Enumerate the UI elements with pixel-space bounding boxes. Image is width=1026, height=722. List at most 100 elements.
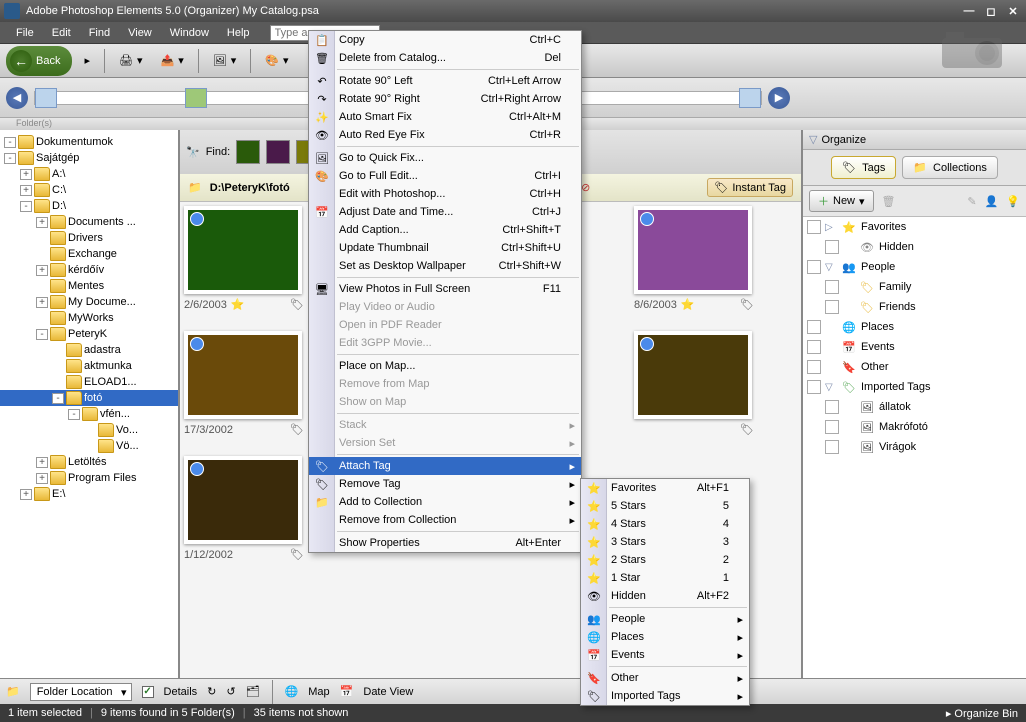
photo-thumbnail[interactable]: 17/3/2002🏷 [184, 331, 304, 436]
menu-item[interactable]: ⭐1 Star1 [581, 569, 749, 587]
tag-checkbox[interactable] [825, 240, 839, 254]
menu-item[interactable]: 📋CopyCtrl+C [309, 31, 581, 49]
find-criteria-thumb[interactable] [236, 140, 260, 164]
menu-item[interactable]: ⭐4 Stars4 [581, 515, 749, 533]
view-mode-dropdown[interactable]: Folder Location [30, 683, 132, 701]
tree-expander[interactable]: + [36, 297, 48, 308]
close-button[interactable]: ✕ [1004, 5, 1022, 18]
tree-expander[interactable]: - [4, 153, 16, 164]
new-tag-button[interactable]: ＋ New ▾ [809, 190, 874, 212]
tag-row[interactable]: 🖼Virágok [803, 437, 1026, 457]
tree-node[interactable]: MyWorks [0, 310, 178, 326]
tag-expander[interactable]: ▽ [825, 262, 837, 273]
menu-item[interactable]: ↶Rotate 90° LeftCtrl+Left Arrow [309, 72, 581, 90]
menu-item[interactable]: ⭐FavoritesAlt+F1 [581, 479, 749, 497]
tree-node[interactable]: +Program Files [0, 470, 178, 486]
tag-row[interactable]: 🏷Friends [803, 297, 1026, 317]
tree-node[interactable]: -Sajátgép [0, 150, 178, 166]
tree-node[interactable]: Mentes [0, 278, 178, 294]
menu-item[interactable]: ⭐5 Stars5 [581, 497, 749, 515]
tag-checkbox[interactable] [807, 260, 821, 274]
tag-row[interactable]: ▽👥People [803, 257, 1026, 277]
share-button[interactable]: 📤▾ [155, 50, 190, 71]
tree-node[interactable]: +Documents ... [0, 214, 178, 230]
rotate-icon[interactable]: ↺ [226, 685, 235, 698]
edit-icon[interactable]: ✎ [967, 195, 976, 208]
tree-node[interactable]: +E:\ [0, 486, 178, 502]
tree-node[interactable]: +kérdőív [0, 262, 178, 278]
menu-item[interactable]: 👁Auto Red Eye FixCtrl+R [309, 126, 581, 144]
menu-item[interactable]: 📅Adjust Date and Time...Ctrl+J [309, 203, 581, 221]
menu-item[interactable]: ↷Rotate 90° RightCtrl+Right Arrow [309, 90, 581, 108]
organize-header[interactable]: ▽ Organize [803, 130, 1026, 150]
tree-expander[interactable]: - [52, 393, 64, 404]
menu-item[interactable]: ✨Auto Smart FixCtrl+Alt+M [309, 108, 581, 126]
tag-checkbox[interactable] [807, 360, 821, 374]
tag-row[interactable]: 🔖Other [803, 357, 1026, 377]
menu-item[interactable]: 🏷Remove Tag▸ [309, 475, 581, 493]
menu-item[interactable]: 👁HiddenAlt+F2 [581, 587, 749, 605]
photo-thumbnail[interactable]: 1/12/2002🏷 [184, 456, 304, 561]
tree-expander[interactable]: + [20, 185, 32, 196]
menu-item[interactable]: ⭐2 Stars2 [581, 551, 749, 569]
tag-checkbox[interactable] [807, 380, 821, 394]
tree-expander[interactable]: - [36, 329, 48, 340]
refresh-icon[interactable]: ↻ [207, 685, 216, 698]
tag-tree[interactable]: ▷⭐Favorites👁Hidden▽👥People🏷Family🏷Friend… [803, 217, 1026, 714]
edit-button[interactable]: 🎨▾ [259, 50, 294, 71]
tree-expander[interactable]: + [20, 169, 32, 180]
find-faces-icon[interactable]: 👤 [985, 195, 999, 208]
menu-item[interactable]: 🗑Delete from Catalog...Del [309, 49, 581, 67]
tags-tab[interactable]: 🏷 Tags [831, 156, 896, 179]
tag-row[interactable]: ▽🏷Imported Tags [803, 377, 1026, 397]
menu-item[interactable]: 🖥View Photos in Full ScreenF11 [309, 280, 581, 298]
tree-expander[interactable]: + [36, 473, 48, 484]
timeline-marker-active[interactable] [185, 88, 207, 108]
tree-node[interactable]: Drivers [0, 230, 178, 246]
minimize-button[interactable]: — [960, 5, 978, 18]
organize-bin-toggle[interactable]: ▸ Organize Bin [946, 707, 1018, 720]
tree-node[interactable]: +Letöltés [0, 454, 178, 470]
tree-node[interactable]: Vö... [0, 438, 178, 454]
tree-node[interactable]: +A:\ [0, 166, 178, 182]
menu-file[interactable]: File [8, 25, 42, 41]
tree-node[interactable]: aktmunka [0, 358, 178, 374]
tag-checkbox[interactable] [825, 300, 839, 314]
hint-icon[interactable]: 💡 [1006, 195, 1020, 208]
menu-item[interactable]: Update ThumbnailCtrl+Shift+U [309, 239, 581, 257]
back-button[interactable]: ← Back [6, 46, 72, 76]
menu-item[interactable]: Remove from Collection▸ [309, 511, 581, 529]
menu-item[interactable]: 📁Add to Collection▸ [309, 493, 581, 511]
timeline-marker-end[interactable] [739, 88, 761, 108]
forward-button[interactable]: ▸ [78, 50, 96, 71]
tag-checkbox[interactable] [825, 420, 839, 434]
tree-node[interactable]: -fotó [0, 390, 178, 406]
tree-expander[interactable]: + [36, 217, 48, 228]
menu-item[interactable]: 🏷Attach Tag▸ [309, 457, 581, 475]
menu-item[interactable]: Set as Desktop WallpaperCtrl+Shift+W [309, 257, 581, 275]
menu-item[interactable]: 🎨Go to Full Edit...Ctrl+I [309, 167, 581, 185]
timeline-prev-button[interactable]: ◀ [6, 87, 28, 109]
tree-node[interactable]: -D:\ [0, 198, 178, 214]
tag-row[interactable]: 🌐Places [803, 317, 1026, 337]
tree-expander[interactable]: - [20, 201, 32, 212]
print-button[interactable]: 🖨▾ [113, 50, 149, 71]
photo-thumbnail[interactable]: 🏷 [634, 331, 754, 436]
timeline-marker-start[interactable] [35, 88, 57, 108]
find-criteria-thumb[interactable] [266, 140, 290, 164]
menu-help[interactable]: Help [219, 25, 258, 41]
menu-item[interactable]: 👥People▸ [581, 610, 749, 628]
menu-item[interactable]: 🖼Go to Quick Fix... [309, 149, 581, 167]
create-button[interactable]: 🖼▾ [207, 50, 243, 71]
menu-item[interactable]: Show PropertiesAlt+Enter [309, 534, 581, 552]
tree-node[interactable]: Vo... [0, 422, 178, 438]
menu-item[interactable]: ⭐3 Stars3 [581, 533, 749, 551]
tree-expander[interactable]: + [20, 489, 32, 500]
folder-tree[interactable]: -Dokumentumok-Sajátgép+A:\+C:\-D:\+Docum… [0, 130, 178, 714]
instant-tag-button[interactable]: 🏷 Instant Tag [707, 178, 793, 197]
tag-checkbox[interactable] [807, 220, 821, 234]
tag-row[interactable]: 👁Hidden [803, 237, 1026, 257]
tree-node[interactable]: +My Docume... [0, 294, 178, 310]
tag-row[interactable]: 🖼Makrófotó [803, 417, 1026, 437]
tag-checkbox[interactable] [807, 340, 821, 354]
